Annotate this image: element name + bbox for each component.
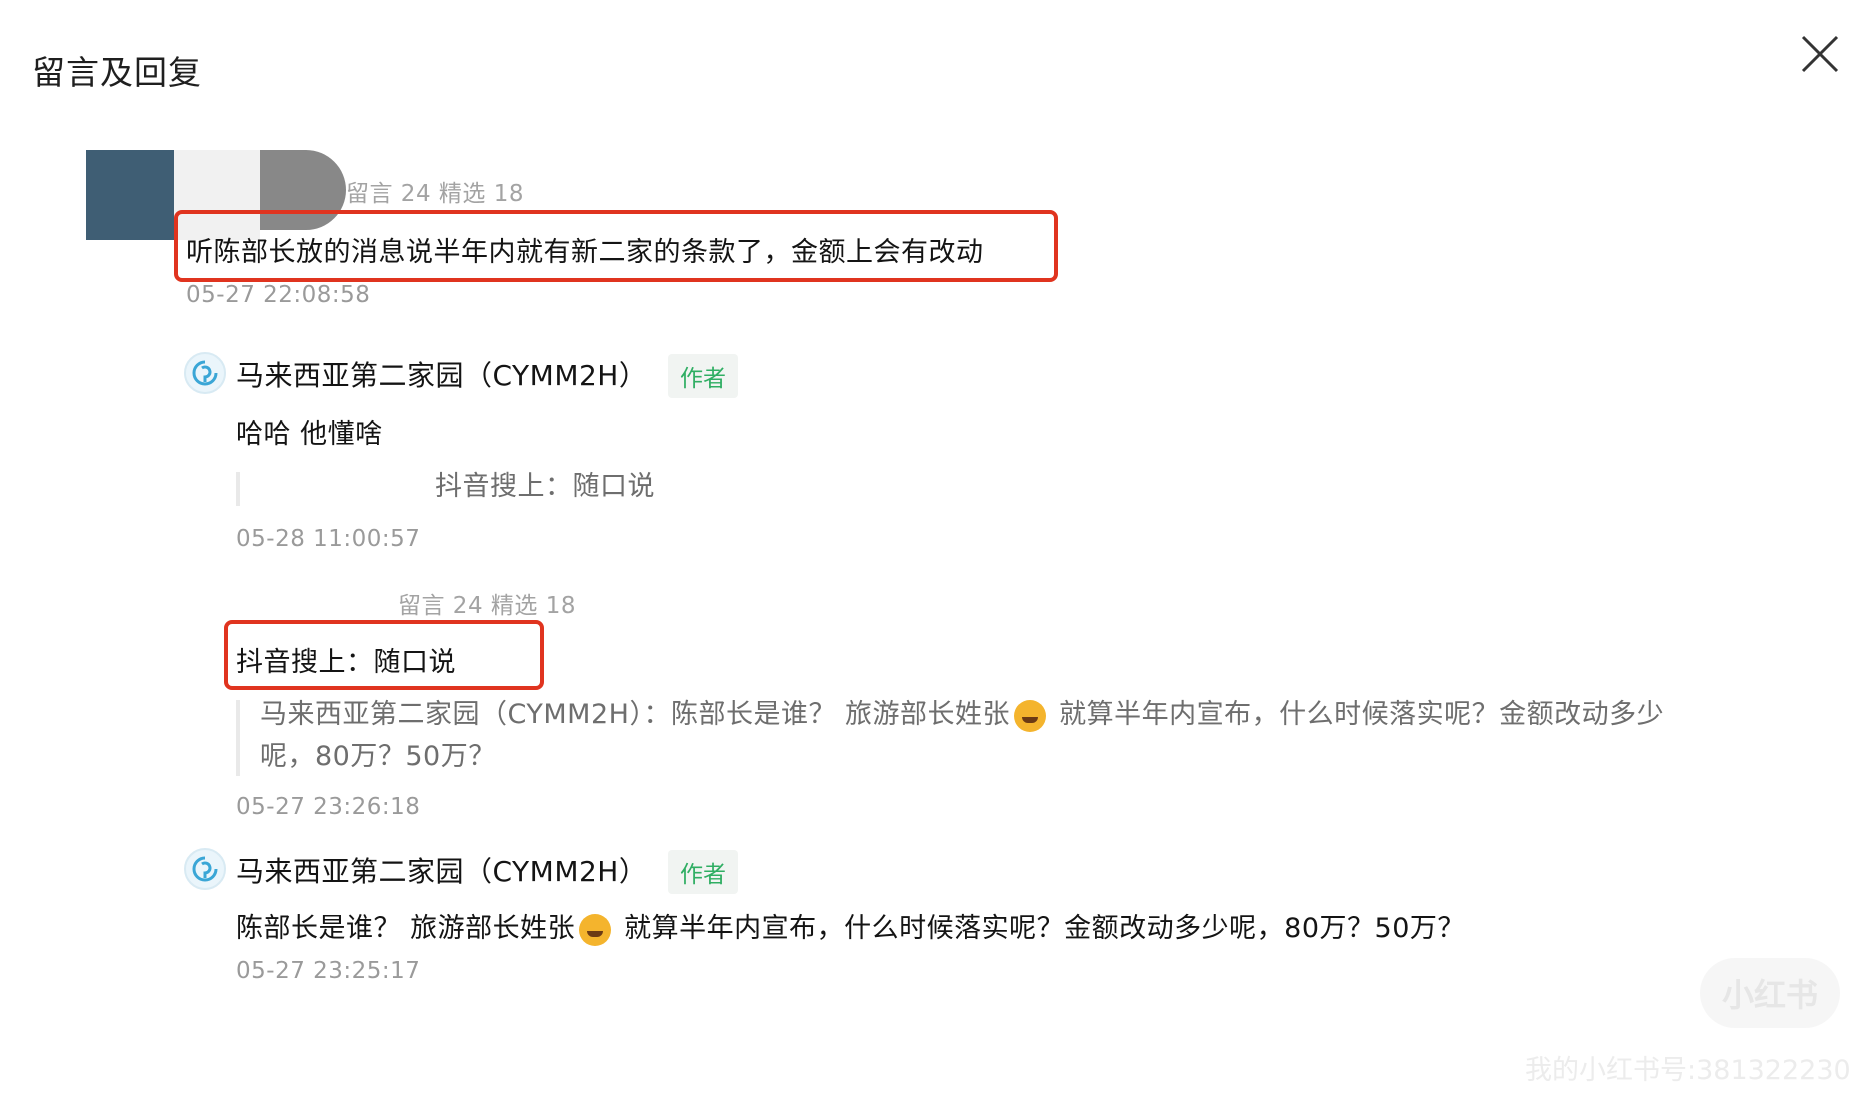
author-badge: 作者: [668, 354, 738, 398]
author-avatar[interactable]: [184, 848, 226, 890]
quoted-reply-part1: 马来西亚第二家园（CYMM2H）：陈部长是谁？ 旅游部长姓张: [260, 699, 1011, 730]
reply-text: 陈部长是谁？ 旅游部长姓张 就算半年内宣布，什么时候落实呢？金额改动多少呢，80…: [236, 906, 1465, 946]
comment-timestamp: 05-27 23:26:18: [236, 794, 421, 820]
reply-timestamp: 05-28 11:00:57: [236, 526, 421, 552]
reply-timestamp: 05-27 23:25:17: [236, 958, 421, 984]
laughing-crying-emoji-icon: [1014, 699, 1047, 732]
comment-stats: 留言 24 精选 18: [398, 593, 576, 619]
author-name[interactable]: 马来西亚第二家园（CYMM2H）: [236, 850, 647, 890]
comment-timestamp: 05-27 22:08:58: [186, 282, 371, 308]
laughing-crying-emoji-icon: [579, 913, 612, 946]
author-avatar[interactable]: [184, 352, 226, 394]
panel-title: 留言及回复: [32, 53, 202, 92]
reply-text-part2: 就算半年内宣布，什么时候落实呢？金额改动多少呢，80万？50万？: [615, 913, 1465, 944]
close-button[interactable]: [1800, 34, 1840, 74]
watermark-text: 我的小红书号:381322230: [1525, 1055, 1851, 1086]
author-name[interactable]: 马来西亚第二家园（CYMM2H）: [236, 354, 647, 394]
quoted-reply-part3: 呢，80万？50万？: [260, 741, 496, 772]
watermark-logo: 小红书: [1700, 958, 1840, 1028]
quote-divider: [236, 472, 240, 506]
brand-logo-icon: [192, 360, 218, 386]
comment-text: 抖音搜上：随口说: [236, 647, 456, 678]
quoted-reply: 马来西亚第二家园（CYMM2H）：陈部长是谁？ 旅游部长姓张 就算半年内宣布，什…: [260, 694, 1760, 778]
author-badge: 作者: [668, 850, 738, 894]
quoted-reply-part2: 就算半年内宣布，什么时候落实呢？金额改动多少: [1050, 699, 1665, 730]
reply-text: 哈哈 他懂啥: [236, 419, 383, 450]
quote-divider: [236, 700, 240, 776]
comment-stats: 留言 24 精选 18: [346, 181, 524, 207]
comment-text: 听陈部长放的消息说半年内就有新二家的条款了，金额上会有改动: [186, 237, 984, 268]
brand-logo-icon: [192, 856, 218, 882]
quoted-text: 抖音搜上：随口说: [435, 471, 655, 502]
close-icon: [1801, 35, 1839, 73]
reply-text-part1: 陈部长是谁？ 旅游部长姓张: [236, 913, 576, 944]
